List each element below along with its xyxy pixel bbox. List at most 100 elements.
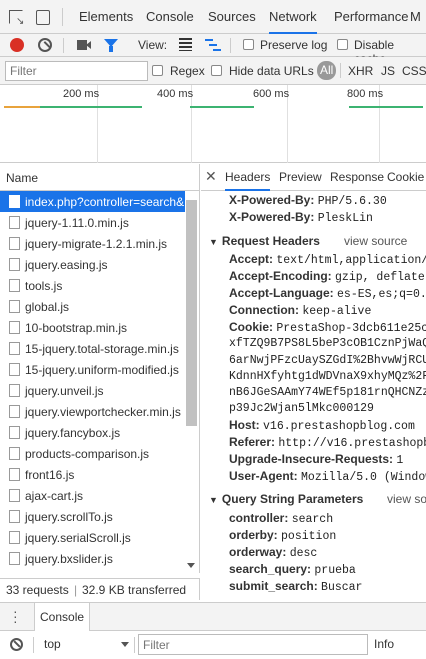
- file-icon: [9, 426, 20, 439]
- type-filter-all[interactable]: All: [317, 61, 337, 80]
- request-count: 33 requests: [6, 583, 69, 597]
- type-filter-css[interactable]: CSS: [402, 64, 426, 78]
- header-key: Referer:: [229, 435, 276, 449]
- file-icon: [9, 447, 20, 460]
- type-filter-xhr[interactable]: XHR: [348, 64, 373, 78]
- status-separator: |: [74, 583, 78, 597]
- header-row: Cookie: PrestaShop-3dcb611e25cb: [229, 320, 426, 335]
- header-value: es-ES,es;q=0.8: [337, 288, 426, 301]
- request-row[interactable]: jquery.viewportchecker.min.js: [0, 401, 185, 422]
- request-name: 10-bootstrap.min.js: [25, 320, 128, 335]
- tab-performance[interactable]: Performance: [334, 0, 408, 34]
- request-row[interactable]: products-comparison.js: [0, 443, 185, 464]
- request-row[interactable]: 15-jquery.uniform-modified.js: [0, 359, 185, 380]
- collapse-triangle-icon: ▼: [209, 237, 218, 247]
- request-name: ajax-cart.js: [25, 488, 84, 503]
- request-row[interactable]: jquery.bxslider.js: [0, 548, 185, 569]
- param-value: search: [291, 513, 334, 526]
- header-key: Connection:: [229, 303, 299, 317]
- type-filter-js[interactable]: JS: [381, 64, 395, 78]
- request-name: 15-jquery.total-storage.min.js: [25, 341, 179, 356]
- scroll-down-arrow[interactable]: [187, 563, 195, 568]
- regex-checkbox[interactable]: [152, 65, 163, 76]
- list-view-icon[interactable]: [179, 38, 192, 51]
- tab-elements[interactable]: Elements: [79, 0, 133, 34]
- network-toolbar: View: Preserve log Disable cache: [0, 34, 426, 66]
- request-row[interactable]: jquery-1.11.0.min.js: [0, 212, 185, 233]
- header-row: Host: v16.prestashopblog.com: [229, 418, 415, 433]
- request-name: front16.js: [25, 467, 75, 482]
- request-row[interactable]: 15-jquery.total-storage.min.js: [0, 338, 185, 359]
- request-row[interactable]: global.js: [0, 296, 185, 317]
- tab-network[interactable]: Network: [269, 0, 317, 34]
- cookie-continuation: KdnnHXfyhtg1dWDVnaX9xhyMQz%2FK: [229, 370, 426, 383]
- tab-cookies[interactable]: Cookie: [387, 164, 424, 191]
- request-name: jquery.scrollTo.js: [25, 509, 113, 524]
- timeline-overview[interactable]: 200 ms 400 ms 600 ms 800 ms: [0, 85, 426, 163]
- preserve-log-checkbox[interactable]: [243, 39, 254, 50]
- request-row[interactable]: jquery.fancybox.js: [0, 422, 185, 443]
- hide-data-urls-checkbox[interactable]: [211, 65, 222, 76]
- request-name: jquery.fancybox.js: [25, 425, 121, 440]
- file-icon: [9, 216, 20, 229]
- device-icon[interactable]: [36, 10, 50, 25]
- column-name-header[interactable]: Name: [6, 171, 38, 185]
- context-select[interactable]: top: [44, 637, 61, 651]
- disable-cache-checkbox[interactable]: [337, 39, 348, 50]
- param-key: search_query:: [229, 562, 312, 576]
- drawer-tab-console[interactable]: Console: [34, 603, 91, 631]
- header-key: Host:: [229, 418, 260, 432]
- tab-response[interactable]: Response: [330, 164, 384, 191]
- waterfall-icon[interactable]: [205, 39, 221, 51]
- cookie-continuation: 6arNwjPFzcUaySZGdI%2BhvwWjRCU5: [229, 354, 426, 367]
- request-list-scrollbar[interactable]: [186, 200, 197, 426]
- request-row[interactable]: 10-bootstrap.min.js: [0, 317, 185, 338]
- request-row[interactable]: jquery.serialScroll.js: [0, 527, 185, 548]
- header-row: Accept-Language: es-ES,es;q=0.8: [229, 286, 426, 301]
- header-row: Accept-Encoding: gzip, deflate: [229, 269, 425, 284]
- tick-label: 400 ms: [157, 88, 194, 100]
- request-row[interactable]: jquery-migrate-1.2.1.min.js: [0, 233, 185, 254]
- tab-console[interactable]: Console: [146, 0, 194, 34]
- record-icon[interactable]: [10, 38, 24, 52]
- view-source-link[interactable]: view source: [344, 234, 407, 248]
- param-value: position: [281, 530, 337, 543]
- request-row[interactable]: ajax-cart.js: [0, 485, 185, 506]
- request-name: global.js: [25, 299, 70, 314]
- filter-input[interactable]: [5, 61, 148, 81]
- request-row[interactable]: jquery.scrollTo.js: [0, 506, 185, 527]
- param-key: controller:: [229, 511, 289, 525]
- inspect-arrow: ↘: [16, 16, 25, 27]
- drawer-menu-icon[interactable]: · · ·: [13, 604, 18, 628]
- param-key: orderway:: [229, 545, 287, 559]
- header-value: PrestaShop-3dcb611e25cb: [276, 322, 426, 335]
- request-row[interactable]: tools.js: [0, 275, 185, 296]
- header-value: text/html,application/x: [276, 254, 426, 267]
- request-row[interactable]: index.php?controller=search&: [0, 191, 185, 212]
- request-headers-section[interactable]: ▼ Request Headers view source: [209, 234, 407, 248]
- drawer-tab-bar: · · · Console: [0, 602, 426, 631]
- tab-more[interactable]: M: [410, 0, 421, 34]
- log-level-select[interactable]: Info: [374, 637, 394, 651]
- request-row[interactable]: jquery.easing.js: [0, 254, 185, 275]
- request-name: jquery.serialScroll.js: [25, 530, 131, 545]
- details-tab-bar: ✕ Headers Preview Response Cookie: [201, 164, 426, 191]
- transferred-size: 32.9 KB transferred: [82, 583, 187, 597]
- header-value: v16.prestashopblog.com: [263, 420, 415, 433]
- console-filter-input[interactable]: [138, 634, 368, 655]
- header-value: keep-alive: [302, 305, 372, 318]
- filter-icon-stem: [109, 46, 113, 52]
- preserve-log-label: Preserve log: [260, 38, 328, 52]
- request-row[interactable]: jquery.unveil.js: [0, 380, 185, 401]
- close-icon[interactable]: ✕: [205, 168, 217, 185]
- file-icon: [9, 531, 20, 544]
- header-row: Referer: http://v16.prestashopb: [229, 435, 426, 450]
- tab-preview[interactable]: Preview: [279, 164, 322, 191]
- tab-sources[interactable]: Sources: [208, 0, 256, 34]
- view-source-link[interactable]: view so: [387, 492, 426, 506]
- file-icon: [9, 279, 20, 292]
- query-params-section[interactable]: ▼ Query String Parameters view so: [209, 492, 426, 506]
- filter-bar: Regex Hide data URLs All XHR JS CSS: [0, 57, 426, 85]
- request-row[interactable]: front16.js: [0, 464, 185, 485]
- tab-headers[interactable]: Headers: [225, 164, 271, 191]
